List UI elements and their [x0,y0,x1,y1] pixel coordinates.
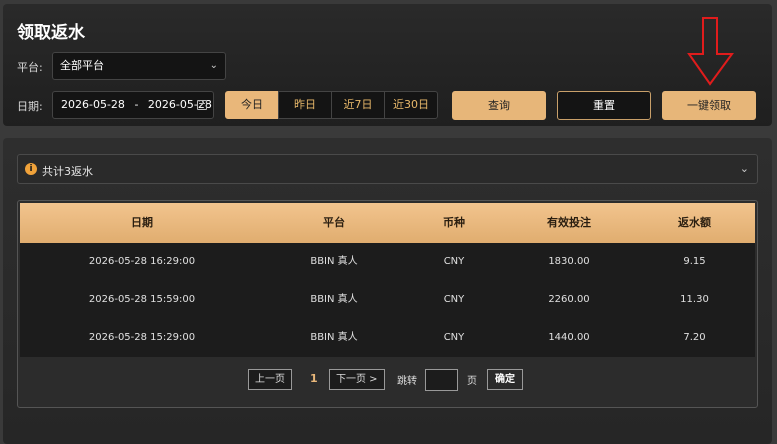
cell-date: 2026-05-28 16:29:00 [88,256,196,267]
platform-select[interactable]: 全部平台 ⌄ [52,52,226,80]
cell-currency: CNY [443,332,465,343]
table-row: 2026-05-28 16:29:00 BBIN 真人 CNY 1830.00 … [20,243,755,281]
cell-date: 2026-05-28 15:59:00 [88,294,196,305]
cell-valid-bet: 1440.00 [548,332,590,343]
cell-platform: BBIN 真人 [310,256,358,267]
table-header: 日期 平台 币种 有效投注 返水额 [20,203,755,243]
cell-valid-bet: 1830.00 [548,256,590,267]
cell-rebate: 11.30 [680,294,709,305]
filter-panel: 领取返水 平台: 全部平台 ⌄ 日期: 2026-05-28 - 2026-05… [3,4,772,126]
confirm-jump-button[interactable]: 确定 [487,369,523,390]
info-icon: i [25,163,37,175]
table-row: 2026-05-28 15:59:00 BBIN 真人 CNY 2260.00 … [20,281,755,319]
calendar-icon [197,100,207,110]
platform-label: 平台: [17,61,43,74]
table-row: 2026-05-28 15:29:00 BBIN 真人 CNY 1440.00 … [20,319,755,357]
cell-rebate: 7.20 [683,332,706,343]
chevron-down-icon: ⌄ [209,60,218,71]
column-header-rebate: 返水额 [678,216,711,229]
claim-all-button[interactable]: 一键领取 [662,91,756,120]
prev-page-button[interactable]: 上一页 [248,369,292,390]
page-number-input[interactable] [425,369,458,391]
cell-currency: CNY [443,256,465,267]
reset-button[interactable]: 重置 [557,91,651,120]
cell-platform: BBIN 真人 [310,294,358,305]
date-start: 2026-05-28 [61,98,125,111]
cell-valid-bet: 2260.00 [548,294,590,305]
table-body: 2026-05-28 16:29:00 BBIN 真人 CNY 1830.00 … [20,243,755,357]
chevron-down-icon: ⌄ [739,162,749,175]
range-30days-button[interactable]: 近30日 [384,91,438,119]
page-title: 领取返水 [17,23,85,43]
cell-platform: BBIN 真人 [310,332,358,343]
date-range-tabs: 今日 昨日 近7日 近30日 [225,91,438,119]
column-header-platform: 平台 [323,216,345,229]
cell-date: 2026-05-28 15:29:00 [88,332,196,343]
query-button[interactable]: 查询 [452,91,546,120]
pagination: 上一页 1 下一页 > 跳转 页 确定 [18,369,755,399]
cell-currency: CNY [443,294,465,305]
next-page-button[interactable]: 下一页 > [329,369,385,390]
range-7days-button[interactable]: 近7日 [331,91,385,119]
cell-rebate: 9.15 [683,256,706,267]
column-header-date: 日期 [131,216,153,229]
results-panel: i 共计3返水 ⌄ 日期 平台 币种 有效投注 返水额 2026-05-28 1… [3,138,772,444]
summary-bar[interactable]: i 共计3返水 ⌄ [17,154,758,184]
range-yesterday-button[interactable]: 昨日 [278,91,332,119]
down-arrow-icon [687,17,734,86]
range-today-button[interactable]: 今日 [225,91,279,119]
jump-label: 跳转 [397,376,417,387]
column-header-currency: 币种 [443,216,465,229]
rebate-table: 日期 平台 币种 有效投注 返水额 2026-05-28 16:29:00 BB… [17,200,758,408]
current-page[interactable]: 1 [310,372,318,385]
platform-select-value: 全部平台 [60,59,104,72]
date-separator: - [134,98,139,111]
date-range-input[interactable]: 2026-05-28 - 2026-05-28 [52,91,214,119]
summary-text: 共计3返水 [42,165,93,178]
column-header-valid-bet: 有效投注 [547,216,591,229]
page-unit-label: 页 [467,376,477,387]
date-label: 日期: [17,100,43,113]
